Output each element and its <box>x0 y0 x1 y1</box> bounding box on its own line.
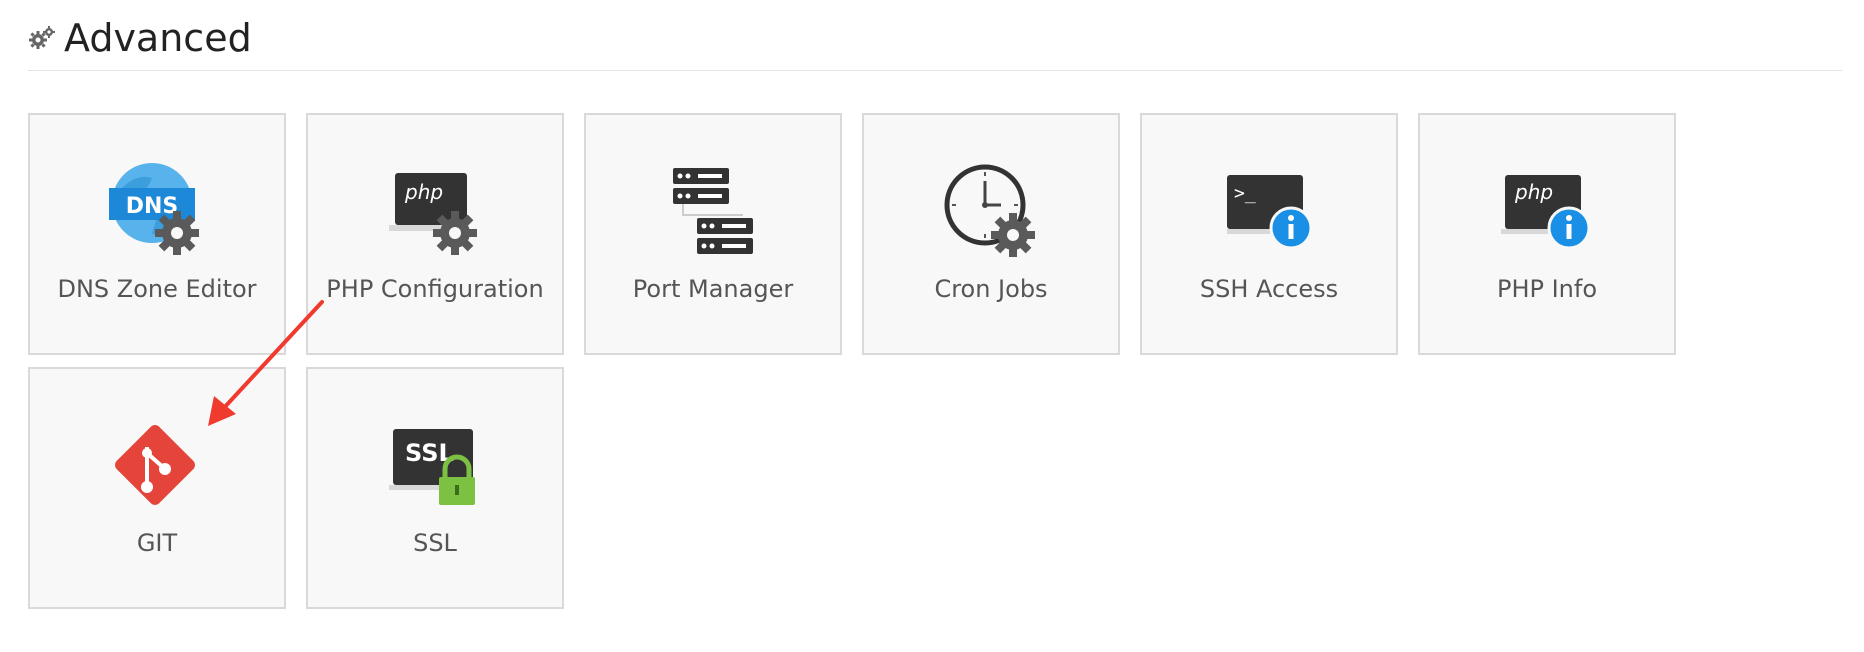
gears-icon <box>28 24 56 52</box>
section-header: Advanced <box>28 14 252 62</box>
php-info-icon: php <box>1497 163 1597 263</box>
tile-cron-jobs[interactable]: Cron Jobs <box>862 113 1120 355</box>
cron-jobs-icon <box>941 163 1041 263</box>
php-configuration-icon: php <box>385 163 485 263</box>
git-icon <box>107 417 207 517</box>
tile-label: PHP Configuration <box>326 275 544 303</box>
php-icon-text: php <box>404 180 443 204</box>
section-divider <box>28 70 1842 71</box>
tile-label: DNS Zone Editor <box>57 275 257 303</box>
tile-git[interactable]: GIT <box>28 367 286 609</box>
ssh-access-icon: >_ <box>1219 163 1319 263</box>
port-manager-icon <box>663 163 763 263</box>
tile-ssh-access[interactable]: >_ SSH Access <box>1140 113 1398 355</box>
section-title: Advanced <box>64 16 252 60</box>
tile-port-manager[interactable]: Port Manager <box>584 113 842 355</box>
ssh-icon-text: >_ <box>1234 183 1256 204</box>
ssl-icon: SSL <box>385 417 485 517</box>
tile-label: Cron Jobs <box>934 275 1048 303</box>
php-icon-text: php <box>1514 180 1553 204</box>
tile-label: SSH Access <box>1199 275 1339 303</box>
dns-zone-editor-icon: DNS <box>107 163 207 263</box>
tile-label: SSL <box>413 529 457 557</box>
tile-dns-zone-editor[interactable]: DNS DNS Zone Editor <box>28 113 286 355</box>
tile-label: Port Manager <box>632 275 794 303</box>
tile-ssl[interactable]: SSL SSL <box>306 367 564 609</box>
dns-icon-text: DNS <box>126 194 179 219</box>
tile-php-configuration[interactable]: php PHP Configuration <box>306 113 564 355</box>
tile-label: GIT <box>136 529 178 557</box>
tile-php-info[interactable]: php PHP Info <box>1418 113 1676 355</box>
tile-label: PHP Info <box>1496 275 1598 303</box>
